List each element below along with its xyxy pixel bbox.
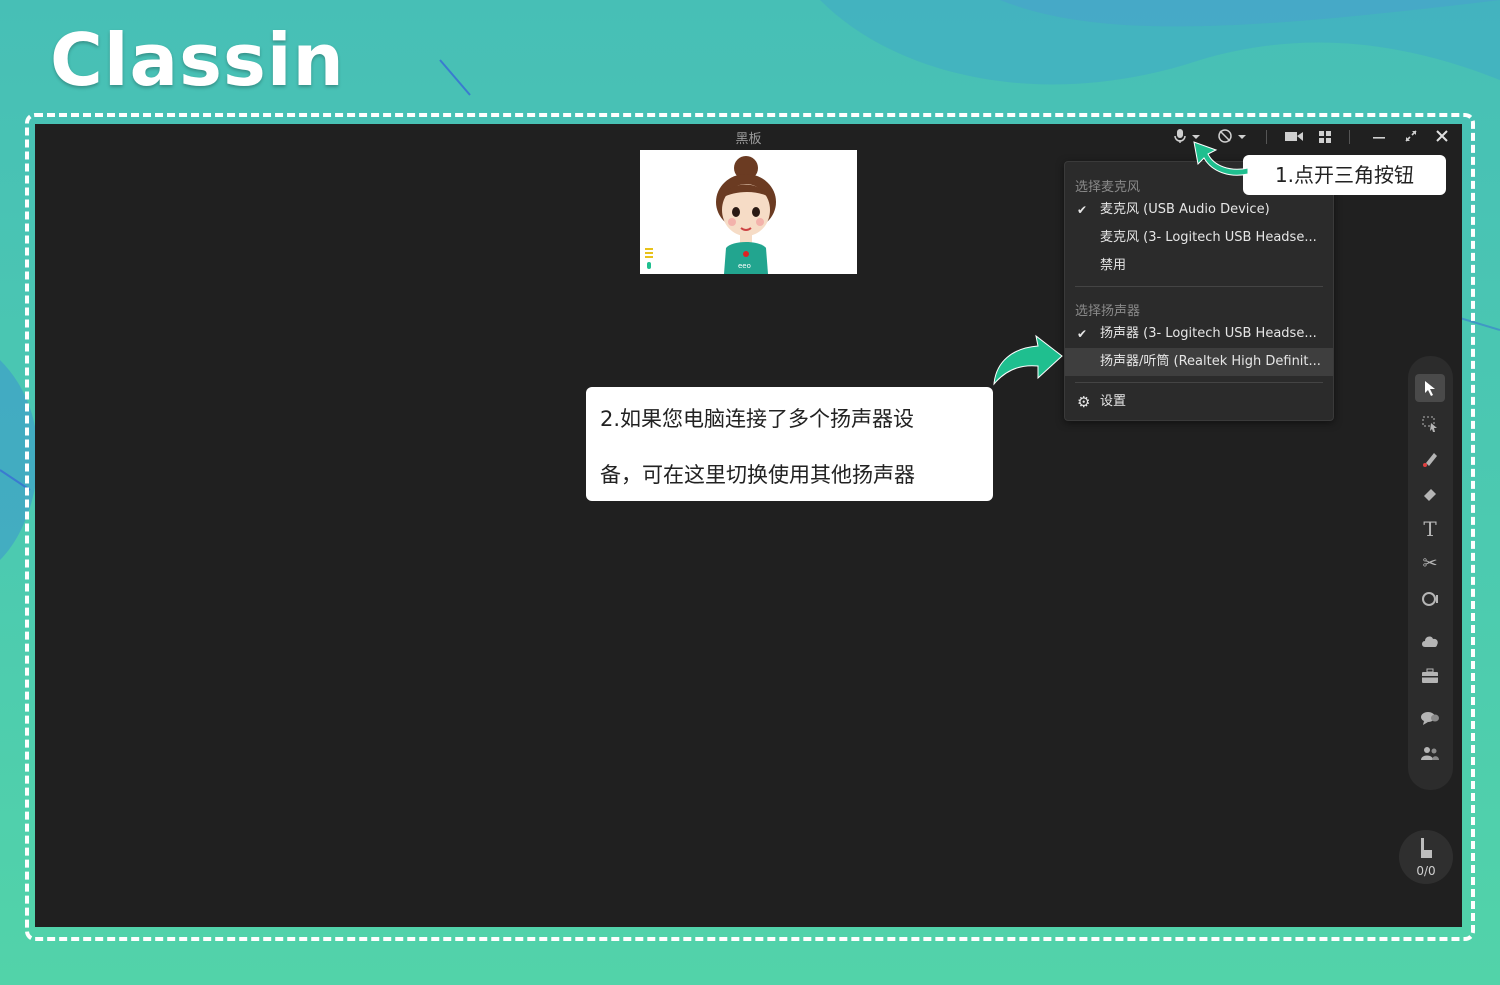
step2-line2: 备，可在这里切换使用其他扬声器 bbox=[600, 463, 915, 487]
mic-option-disable[interactable]: 禁用 bbox=[1065, 252, 1333, 280]
svg-text:eeo: eeo bbox=[738, 262, 751, 270]
text-tool-icon[interactable]: T bbox=[1415, 515, 1445, 543]
chat-icon[interactable] bbox=[1415, 704, 1445, 732]
speaker-option-label: 扬声器 (3- Logitech USB Headse... bbox=[1100, 326, 1317, 341]
speaker-option-logitech[interactable]: ✔ 扬声器 (3- Logitech USB Headse... bbox=[1065, 320, 1333, 348]
settings-menu-item[interactable]: ⚙ 设置 bbox=[1065, 388, 1333, 416]
minimize-icon[interactable] bbox=[1371, 128, 1387, 146]
hand-raise-icon bbox=[1421, 838, 1432, 858]
gear-icon: ⚙ bbox=[1077, 393, 1091, 411]
close-icon[interactable] bbox=[1434, 128, 1450, 146]
grid-layout-icon[interactable] bbox=[1317, 128, 1333, 146]
speaker-option-realtek[interactable]: 扬声器/听筒 (Realtek High Definit... bbox=[1065, 348, 1333, 376]
divider bbox=[1349, 130, 1350, 144]
menu-divider bbox=[1075, 286, 1323, 287]
avatar: eeo bbox=[640, 150, 857, 274]
whiteboard-toolbar: T ✂ bbox=[1408, 356, 1453, 790]
microphone-icon[interactable] bbox=[1173, 128, 1187, 146]
eraser-icon[interactable] bbox=[1415, 480, 1445, 508]
audio-device-menu: 选择麦克风 ✔ 麦克风 (USB Audio Device) 麦克风 (3- L… bbox=[1064, 161, 1334, 421]
mic-option-label: 麦克风 (USB Audio Device) bbox=[1100, 202, 1270, 217]
pointer-select-icon[interactable] bbox=[1415, 374, 1445, 402]
camera-icon[interactable] bbox=[1284, 128, 1304, 146]
step2-callout: 2.如果您电脑连接了多个扬声器设 备，可在这里切换使用其他扬声器 bbox=[586, 387, 993, 501]
divider bbox=[1266, 130, 1267, 144]
laser-pen-icon[interactable] bbox=[1415, 445, 1445, 473]
step2-line1: 2.如果您电脑连接了多个扬声器设 bbox=[600, 407, 915, 431]
members-icon[interactable] bbox=[1415, 739, 1445, 767]
mic-option-logitech[interactable]: 麦克风 (3- Logitech USB Headse... bbox=[1065, 224, 1333, 252]
area-select-icon[interactable] bbox=[1415, 410, 1445, 438]
cloud-icon[interactable] bbox=[1415, 627, 1445, 655]
arrow-to-speaker-icon bbox=[993, 334, 1063, 386]
scissors-icon[interactable]: ✂ bbox=[1415, 550, 1445, 578]
classroom-window: 黑板 eeo 选择麦克风 ✔ 麦克风 (USB Audio Device) 麦克… bbox=[35, 124, 1462, 927]
settings-label: 设置 bbox=[1100, 394, 1127, 409]
mic-option-label: 禁用 bbox=[1100, 258, 1127, 273]
menu-divider bbox=[1075, 382, 1323, 383]
toolbox-icon[interactable] bbox=[1415, 662, 1445, 690]
check-icon: ✔ bbox=[1077, 327, 1088, 341]
teacher-video-tile[interactable]: eeo bbox=[640, 150, 857, 274]
speaker-section-header: 选择扬声器 bbox=[1075, 304, 1141, 319]
step1-callout: 1.点开三角按钮 bbox=[1243, 155, 1446, 195]
maximize-icon[interactable] bbox=[1403, 128, 1419, 146]
speaker-option-label: 扬声器/听筒 (Realtek High Definit... bbox=[1100, 354, 1321, 369]
classin-logo: Classin bbox=[50, 18, 345, 102]
mic-option-label: 麦克风 (3- Logitech USB Headse... bbox=[1100, 230, 1317, 245]
arrow-to-caret-icon bbox=[1193, 141, 1249, 176]
hand-raise-count: 0/0 bbox=[1416, 864, 1436, 878]
mic-section-header: 选择麦克风 bbox=[1075, 180, 1141, 195]
hand-raise-button[interactable]: 0/0 bbox=[1399, 830, 1453, 884]
mic-option-usb-audio[interactable]: ✔ 麦克风 (USB Audio Device) bbox=[1065, 196, 1333, 224]
shape-icon[interactable] bbox=[1415, 585, 1445, 613]
check-icon: ✔ bbox=[1077, 203, 1088, 217]
